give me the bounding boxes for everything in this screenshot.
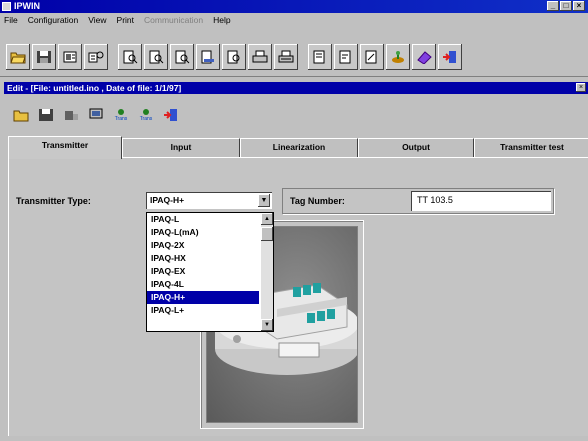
child-transmitter-button[interactable] bbox=[60, 103, 82, 127]
info-icon bbox=[118, 109, 124, 115]
document-c-icon bbox=[365, 50, 377, 64]
plant-button[interactable] bbox=[386, 44, 410, 70]
plant-icon bbox=[392, 51, 404, 63]
printer-icon bbox=[252, 50, 268, 63]
print-preview-button[interactable] bbox=[274, 44, 298, 70]
disk-icon bbox=[39, 109, 53, 121]
computer-icon bbox=[89, 108, 103, 119]
menu-communication: Communication bbox=[144, 15, 204, 25]
chevron-down-icon[interactable]: ▼ bbox=[258, 194, 270, 207]
child-close-button[interactable]: × bbox=[576, 83, 586, 92]
tab-input[interactable]: Input bbox=[122, 138, 240, 157]
document-search-4-icon bbox=[227, 50, 240, 64]
dropdown-option[interactable]: IPAQ-L(mA) bbox=[147, 226, 259, 239]
save-button[interactable] bbox=[32, 44, 56, 70]
child-info-button-1[interactable]: Trans bbox=[110, 103, 132, 127]
doc-search-button-1[interactable] bbox=[118, 44, 142, 70]
read-transmitter-button[interactable] bbox=[58, 44, 82, 70]
tab-strip: Transmitter Input Linearization Output T… bbox=[8, 136, 588, 159]
minimize-button[interactable]: _ bbox=[547, 1, 559, 11]
document-a-icon bbox=[313, 50, 325, 64]
child-window-title-bar: Edit - [File: untitled.ino , Date of fil… bbox=[4, 82, 588, 94]
open-folder-icon bbox=[10, 52, 26, 64]
document-search-icon bbox=[123, 50, 138, 64]
disk-icon bbox=[37, 51, 51, 63]
exit-door-icon bbox=[164, 109, 177, 121]
document-b-icon bbox=[339, 50, 351, 64]
dropdown-option[interactable]: IPAQ-L bbox=[147, 213, 259, 226]
child-window-title: Edit - [File: untitled.ino , Date of fil… bbox=[7, 83, 182, 93]
printer-preview-icon bbox=[278, 50, 294, 63]
dropdown-option[interactable]: IPAQ-EX bbox=[147, 265, 259, 278]
doc-b-button[interactable] bbox=[334, 44, 358, 70]
transmitter-type-dropdown[interactable]: IPAQ-L IPAQ-L(mA) IPAQ-2X IPAQ-HX IPAQ-E… bbox=[146, 212, 274, 332]
menu-configuration[interactable]: Configuration bbox=[28, 14, 79, 26]
dropdown-scrollbar[interactable]: ▲ ▼ bbox=[261, 213, 273, 331]
dropdown-option[interactable]: IPAQ-4L bbox=[147, 278, 259, 291]
doc-search-button-4[interactable] bbox=[222, 44, 246, 70]
document-search-3-icon bbox=[175, 50, 190, 64]
menu-view[interactable]: View bbox=[88, 14, 106, 26]
close-button[interactable]: × bbox=[573, 1, 585, 11]
exit-door-icon bbox=[443, 51, 456, 63]
doc-edit-button[interactable] bbox=[196, 44, 220, 70]
tab-output[interactable]: Output bbox=[358, 138, 474, 157]
info-2-icon bbox=[143, 109, 149, 115]
dropdown-option[interactable]: IPAQ-L+ bbox=[147, 304, 259, 317]
tab-transmitter-test[interactable]: Transmitter test bbox=[474, 138, 588, 157]
transmitter-icon bbox=[65, 111, 78, 120]
child-info-button-2[interactable]: Trans bbox=[135, 103, 157, 127]
info-label-1: Trans bbox=[114, 116, 128, 122]
menu-help[interactable]: Help bbox=[213, 14, 230, 26]
scroll-up-icon[interactable]: ▲ bbox=[261, 213, 273, 225]
eraser-button[interactable] bbox=[412, 44, 436, 70]
tag-number-field[interactable]: TT 103.5 bbox=[411, 191, 551, 211]
transmitter-type-select[interactable]: IPAQ-H+ ▼ bbox=[146, 192, 272, 209]
main-toolbar bbox=[6, 42, 462, 72]
dropdown-option-selected[interactable]: IPAQ-H+ bbox=[147, 291, 259, 304]
tab-transmitter[interactable]: Transmitter bbox=[8, 136, 122, 159]
menu-print[interactable]: Print bbox=[117, 14, 134, 26]
transmitter-write-icon bbox=[88, 51, 104, 63]
transmitter-type-value: IPAQ-H+ bbox=[150, 195, 185, 205]
document-search-2-icon bbox=[149, 50, 164, 64]
exit-button[interactable] bbox=[438, 44, 462, 70]
scroll-down-icon[interactable]: ▼ bbox=[261, 319, 273, 331]
menu-file[interactable]: File bbox=[4, 14, 18, 26]
child-toolbar: Trans Trans bbox=[10, 100, 182, 130]
open-folder-icon bbox=[13, 110, 29, 122]
open-button[interactable] bbox=[6, 44, 30, 70]
doc-search-button-2[interactable] bbox=[144, 44, 168, 70]
maximize-button[interactable]: □ bbox=[560, 1, 572, 11]
transmitter-type-label: Transmitter Type: bbox=[16, 196, 91, 206]
child-open-button[interactable] bbox=[10, 103, 32, 127]
dropdown-option[interactable]: IPAQ-2X bbox=[147, 239, 259, 252]
child-computer-button[interactable] bbox=[85, 103, 107, 127]
tab-linearization[interactable]: Linearization bbox=[240, 138, 358, 157]
doc-search-button-3[interactable] bbox=[170, 44, 194, 70]
app-title-bar: IPWIN _ □ × bbox=[0, 0, 588, 13]
dropdown-option[interactable]: IPAQ-HX bbox=[147, 252, 259, 265]
info-label-2: Trans bbox=[139, 116, 153, 122]
app-icon[interactable] bbox=[2, 2, 11, 11]
tag-number-value: TT 103.5 bbox=[417, 195, 453, 205]
scroll-thumb[interactable] bbox=[261, 227, 273, 241]
document-edit-icon bbox=[201, 50, 214, 64]
child-save-button[interactable] bbox=[35, 103, 57, 127]
doc-a-button[interactable] bbox=[308, 44, 332, 70]
menu-bar: File Configuration View Print Communicat… bbox=[0, 14, 588, 26]
transmitter-read-icon bbox=[63, 51, 77, 63]
app-title: IPWIN bbox=[14, 1, 40, 11]
print-button[interactable] bbox=[248, 44, 272, 70]
eraser-icon bbox=[417, 51, 432, 64]
write-transmitter-button[interactable] bbox=[84, 44, 108, 70]
tag-number-label: Tag Number: bbox=[290, 196, 345, 206]
child-exit-button[interactable] bbox=[160, 103, 182, 127]
doc-c-button[interactable] bbox=[360, 44, 384, 70]
